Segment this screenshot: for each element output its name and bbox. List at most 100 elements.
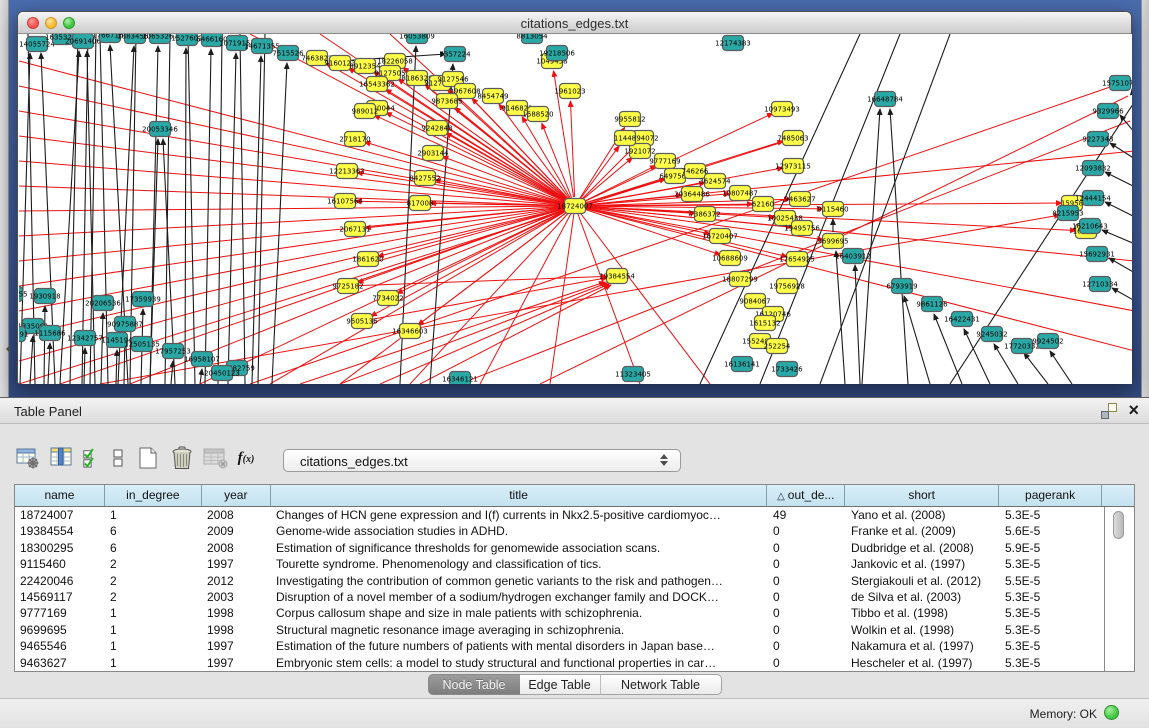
table-row[interactable]: 1938455462009Genome-wide association stu…: [15, 523, 1134, 539]
graph-node[interactable]: 9242848: [421, 121, 452, 136]
column-header-out_de-[interactable]: △out_de...: [767, 485, 845, 506]
graph-node[interactable]: 9227343: [1082, 132, 1113, 147]
network-canvas[interactable]: 1872400774638229160123891235418226058912…: [19, 34, 1132, 384]
graph-node[interactable]: 9245032: [976, 327, 1007, 342]
control-panel-edge[interactable]: [0, 0, 9, 397]
graph-node[interactable]: 16346603: [392, 324, 428, 339]
table-row[interactable]: 1830029562008Estimation of significance …: [15, 540, 1134, 556]
graph-node[interactable]: 8215953: [1052, 206, 1083, 221]
graph-node[interactable]: 7357224: [439, 47, 471, 62]
graph-node[interactable]: 10973493: [764, 102, 800, 117]
graph-node[interactable]: 12093832: [1075, 161, 1111, 176]
table-row[interactable]: 911546021997Tourette syndrome. Phenomeno…: [15, 556, 1134, 572]
graph-node[interactable]: 9924502: [1032, 334, 1063, 349]
network-window[interactable]: citations_edges.txt 18724007746382291601…: [17, 11, 1132, 384]
results-panel-edge[interactable]: [1141, 0, 1149, 397]
graph-node[interactable]: 62160: [752, 197, 774, 212]
create-column-button[interactable]: [134, 444, 162, 472]
graph-node[interactable]: 20364486: [674, 187, 710, 202]
graph-node[interactable]: 12213363: [329, 164, 365, 179]
tab-edge-table[interactable]: Edge Table: [520, 674, 600, 695]
graph-node[interactable]: 20053346: [142, 122, 178, 137]
graph-node[interactable]: 3624574: [699, 174, 731, 189]
graph-node[interactable]: 9699695: [817, 234, 848, 249]
float-panel-icon[interactable]: [1101, 403, 1117, 419]
memory-status-icon[interactable]: [1104, 705, 1119, 720]
graph-node[interactable]: 16053809: [399, 34, 435, 44]
graph-node[interactable]: 9861126: [916, 297, 948, 312]
graph-node[interactable]: 9955812: [614, 112, 645, 127]
table-row[interactable]: 977716911998Corpus callosum shape and si…: [15, 605, 1134, 621]
column-header-pagerank[interactable]: pagerank: [999, 485, 1102, 506]
graph-node[interactable]: 8427552: [409, 171, 440, 186]
table-selector-dropdown[interactable]: citations_edges.txt: [283, 449, 681, 472]
graph-node[interactable]: 9463627: [784, 192, 815, 207]
graph-node[interactable]: 1115686: [34, 326, 66, 341]
graph-node[interactable]: 12973115: [775, 159, 811, 174]
table-row[interactable]: 1456911722003Disruption of a novel membe…: [15, 589, 1134, 605]
delete-column-button[interactable]: [168, 444, 196, 472]
table-row[interactable]: 946362711997Embryonic stem cells: a mode…: [15, 655, 1134, 671]
table-row[interactable]: 946554611997Estimation of the future num…: [15, 638, 1134, 654]
graph-node[interactable]: 1615132: [749, 316, 780, 331]
graph-node[interactable]: 16136141: [724, 357, 760, 372]
graph-node[interactable]: 11448: [614, 131, 636, 146]
graph-node[interactable]: 12174383: [715, 36, 751, 51]
graph-node[interactable]: 1961023: [554, 84, 585, 99]
graph-node[interactable]: 6793919: [886, 279, 917, 294]
table-row[interactable]: 969969511998Structural magnetic resonanc…: [15, 622, 1134, 638]
select-attributes-button[interactable]: [82, 444, 102, 472]
graph-node[interactable]: 9505136: [346, 314, 378, 329]
graph-node[interactable]: 9115460: [817, 202, 848, 217]
graph-node[interactable]: 2718170: [339, 132, 370, 147]
graph-node[interactable]: 7485063: [777, 131, 808, 146]
graph-node[interactable]: 16422431: [944, 312, 980, 327]
graph-node[interactable]: 11323405: [615, 367, 651, 382]
close-panel-icon[interactable]: ×: [1128, 400, 1139, 420]
column-header-title[interactable]: title: [271, 485, 768, 506]
column-header-year[interactable]: year: [202, 485, 271, 506]
graph-node[interactable]: 1588520: [522, 107, 553, 122]
graph-node[interactable]: 16346121: [442, 372, 478, 385]
show-columns-button[interactable]: [48, 444, 76, 472]
graph-node[interactable]: 8454749: [477, 89, 508, 104]
graph-node[interactable]: 7386372: [689, 207, 720, 222]
table-row[interactable]: 2242004622012Investigating the contribut…: [15, 573, 1134, 589]
graph-node[interactable]: 1930918: [29, 289, 60, 304]
graph-node[interactable]: 1733426: [771, 362, 803, 377]
table-panel-header[interactable]: Table Panel ×: [0, 398, 1149, 424]
graph-node[interactable]: 9777169: [649, 154, 680, 169]
network-window-titlebar[interactable]: citations_edges.txt: [18, 12, 1131, 34]
graph-node[interactable]: 9725182: [332, 279, 363, 294]
tab-network-table[interactable]: Network Table: [600, 674, 722, 695]
graph-node[interactable]: 10688609: [712, 251, 748, 266]
graph-node[interactable]: 989012: [352, 104, 379, 119]
column-header-short[interactable]: short: [845, 485, 999, 506]
vertical-scrollbar[interactable]: [1113, 511, 1124, 539]
function-builder-button[interactable]: f(x): [236, 444, 256, 472]
unselect-attributes-button[interactable]: [108, 444, 128, 472]
delete-table-button-disabled[interactable]: [202, 444, 230, 472]
tab-node-table[interactable]: Node Table: [428, 674, 520, 695]
column-header-name[interactable]: name: [15, 485, 105, 506]
graph-node[interactable]: 8813054: [516, 34, 548, 44]
column-header-in_degree[interactable]: in_degree: [105, 485, 202, 506]
graph-node[interactable]: 15692931: [1079, 247, 1115, 262]
graph-node[interactable]: 90975887: [107, 317, 143, 332]
graph-node[interactable]: 9873685: [431, 94, 462, 109]
panel-collapse-arrow-icon[interactable]: [2, 345, 10, 353]
table-options-button[interactable]: [14, 444, 42, 472]
graph-node[interactable]: 252254: [764, 339, 791, 354]
graph-node[interactable]: 9329966: [1092, 104, 1124, 119]
graph-node[interactable]: 16107564: [327, 194, 363, 209]
table-row[interactable]: 1872400712008Changes of HCN gene express…: [15, 507, 1134, 523]
graph-node[interactable]: 16648784: [867, 92, 903, 107]
graph-node[interactable]: 7734022: [372, 291, 403, 306]
graph-node[interactable]: 12710334: [1082, 277, 1118, 292]
graph-node[interactable]: 19384554: [599, 269, 635, 284]
graph-node[interactable]: 12342757: [67, 331, 103, 346]
graph-node[interactable]: 1861620: [352, 252, 383, 267]
graph-node[interactable]: 817008: [407, 196, 434, 211]
graph-node[interactable]: 2067131: [339, 222, 370, 237]
graph-node[interactable]: 19756928: [769, 279, 805, 294]
